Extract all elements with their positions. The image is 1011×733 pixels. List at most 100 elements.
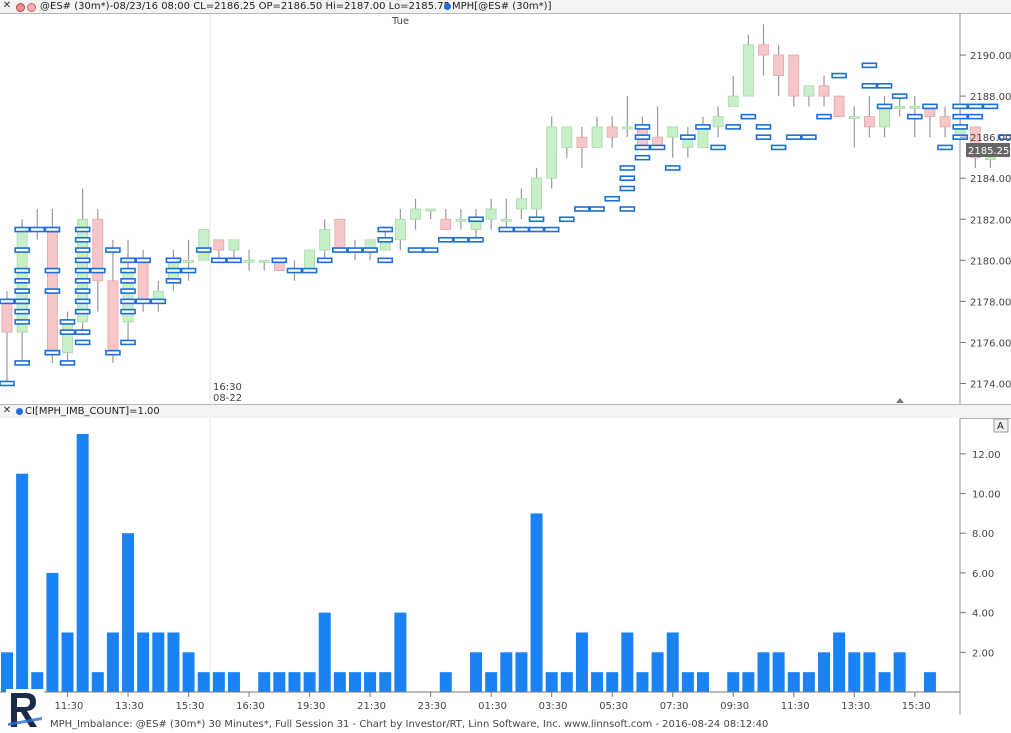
last-price: 2185.25: [968, 146, 1009, 157]
histogram-bar: [137, 632, 150, 692]
candle-body: [213, 239, 225, 251]
imbalance-marker: [952, 124, 968, 130]
imbalance-marker: [74, 339, 91, 346]
price-chart[interactable]: 2174.00 2176.00 2178.00 2180.00 2182.00 2184.…: [0, 14, 1011, 404]
symbol-info: @ES# (30m*)-08/23/16 08:00 CL=2186.25 OP…: [40, 1, 450, 12]
imbalance-marker: [891, 93, 908, 99]
imbalance-marker: [619, 175, 636, 182]
imbalance-marker: [725, 124, 742, 130]
imbalance-marker: [29, 226, 46, 233]
imbalance-marker: [286, 267, 303, 274]
time-tick-label: 19:30: [297, 701, 326, 712]
imbalance-marker: [74, 298, 91, 305]
histogram-bar: [727, 672, 740, 692]
imbalance-marker: [44, 349, 61, 356]
time-tick-label: 15:30: [902, 701, 931, 712]
histogram-bar: [76, 434, 89, 692]
imbalance-marker: [604, 195, 621, 202]
imbalance-marker: [165, 278, 182, 284]
imbalance-marker: [105, 247, 121, 253]
imbalance-marker: [634, 154, 651, 161]
indicator-label: CI[MPH_IMB_COUNT]=1.00: [25, 406, 160, 417]
imbalance-marker: [619, 206, 636, 212]
imbalance-marker: [710, 144, 726, 151]
candle-body: [334, 218, 346, 251]
imbalance-marker: [44, 226, 61, 233]
status-footer: MPH_Imbalance: @ES# (30m*) 30 Minutes*, …: [0, 715, 1011, 733]
imbalance-marker: [377, 226, 394, 233]
imbalance-marker: [271, 257, 288, 264]
hist-tick-label: 10.00: [972, 490, 1001, 501]
imbalance-marker: [332, 247, 348, 253]
histogram-bar: [636, 672, 649, 692]
imbalance-marker: [59, 360, 76, 366]
histogram-bar: [197, 672, 210, 692]
candle-body: [788, 54, 800, 97]
candle-body: [531, 177, 542, 210]
imbalance-marker: [528, 226, 545, 233]
histogram-bar: [848, 652, 861, 692]
histogram-bar: [893, 652, 906, 692]
candle-body: [758, 44, 769, 56]
price-tick-label: 2188.00: [970, 92, 1011, 103]
imbalance-marker: [967, 113, 984, 120]
imbalance-marker: [755, 134, 772, 140]
imbalance-marker: [513, 226, 530, 233]
imbalance-marker: [422, 247, 439, 253]
imbalance-marker: [740, 113, 757, 120]
price-tick-label: 2182.00: [970, 215, 1011, 226]
imbalance-marker: [0, 298, 15, 305]
imbalance-marker: [619, 165, 636, 171]
imbalance-marker: [377, 257, 394, 264]
imbalance-histogram[interactable]: 2.00 4.00 6.00 8.00 10.00 12.00 11:30 13:30 15:…: [0, 418, 1011, 715]
imbalance-marker: [876, 83, 893, 89]
imbalance-marker: [14, 226, 30, 233]
imbalance-marker: [362, 247, 378, 253]
auto-scale-button[interactable]: A: [993, 418, 1009, 433]
histogram-bar: [863, 652, 876, 692]
auto-scale-label[interactable]: A: [997, 421, 1004, 432]
imbalance-marker: [14, 278, 30, 284]
candle-body: [425, 208, 437, 212]
histogram-bar: [833, 632, 846, 692]
close-icon[interactable]: ✕: [2, 406, 12, 416]
imbalance-marker: [195, 247, 212, 253]
candle-body: [591, 126, 603, 148]
session-date: 08-22: [213, 393, 242, 404]
price-tick-label: 2184.00: [970, 174, 1011, 185]
candle-body: [258, 259, 270, 263]
candle-body: [833, 95, 845, 118]
imbalance-marker: [14, 360, 30, 366]
imbalance-marker: [801, 134, 817, 140]
histogram-bar: [303, 672, 316, 692]
indicator-status-icon: [16, 408, 23, 415]
candle-body: [243, 259, 255, 263]
histogram-bar: [621, 632, 634, 692]
imbalance-marker: [14, 308, 30, 315]
candle-body: [909, 105, 921, 109]
histogram-bar: [152, 632, 165, 692]
indicator-header: ✕ CI[MPH_IMB_COUNT]=1.00: [0, 404, 1011, 419]
candle-body: [818, 85, 830, 97]
imbalance-marker: [559, 216, 575, 223]
imbalance-marker: [44, 288, 61, 294]
imbalance-marker: [755, 124, 772, 130]
histogram-bar: [333, 672, 346, 692]
histogram-bar: [772, 652, 785, 692]
candle-body: [228, 239, 240, 251]
hist-tick-label: 8.00: [972, 529, 994, 540]
imbalance-marker: [74, 236, 91, 243]
histogram-bar: [742, 672, 755, 692]
histogram-bar: [122, 533, 135, 692]
histogram-bar: [46, 572, 59, 692]
close-icon[interactable]: ✕: [2, 1, 12, 11]
candle-body: [864, 116, 875, 128]
candle-body: [773, 54, 785, 76]
imbalance-marker: [74, 226, 91, 233]
price-tick-label: 2174.00: [970, 379, 1011, 390]
imbalance-marker: [861, 62, 878, 69]
histogram-bar: [439, 672, 452, 692]
candle-body: [939, 116, 951, 128]
indicator-info: MPH[@ES# (30m*)]: [452, 1, 552, 12]
imbalance-marker: [44, 267, 61, 274]
